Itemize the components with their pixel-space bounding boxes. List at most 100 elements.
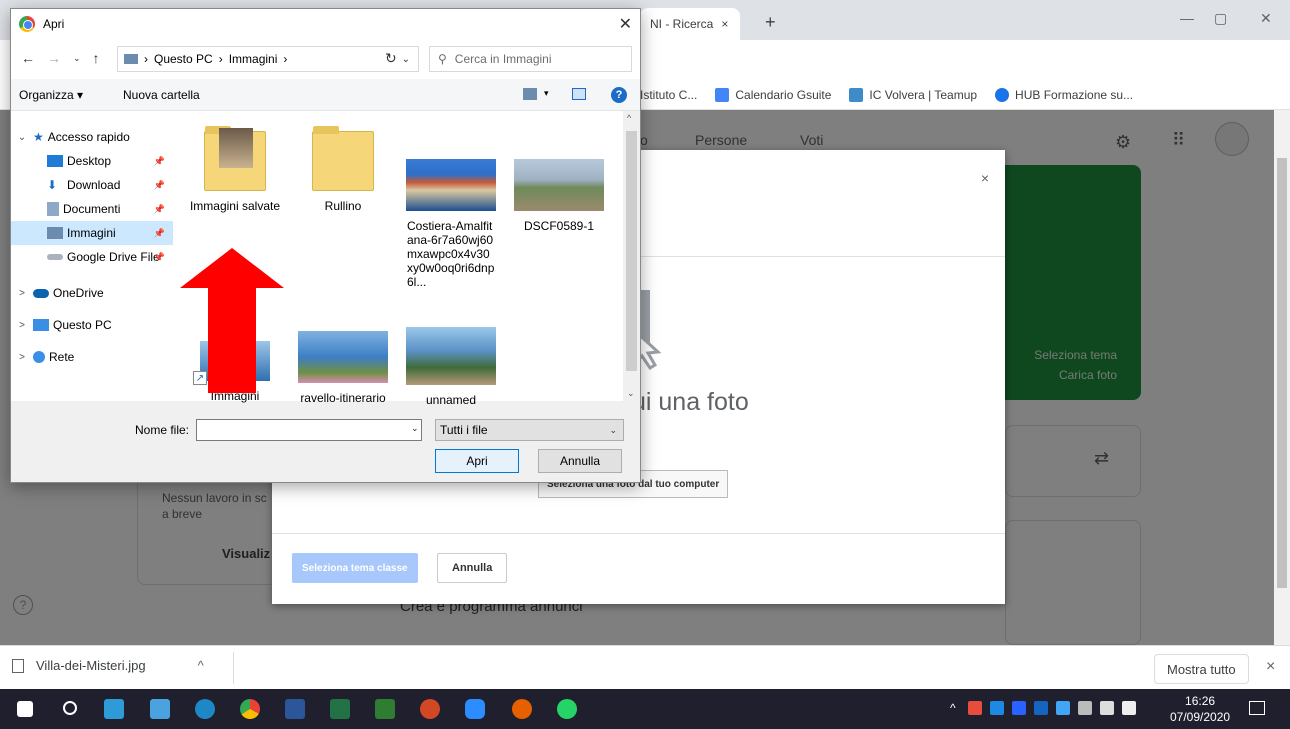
- nav-quick-access[interactable]: ⌄ ★ Accesso rapido: [11, 125, 173, 149]
- expand-icon[interactable]: >: [11, 288, 33, 299]
- bookmark-label: Calendario Gsuite: [735, 87, 832, 102]
- expand-icon[interactable]: >: [11, 352, 33, 363]
- edge-icon[interactable]: [195, 699, 215, 719]
- volume-icon[interactable]: [1122, 701, 1136, 715]
- taskbar-clock[interactable]: 16:26 07/09/2020: [1170, 693, 1230, 725]
- excel-icon[interactable]: [330, 699, 350, 719]
- breadcrumb-item[interactable]: Questo PC: [154, 52, 213, 66]
- file-list-scrollbar-thumb[interactable]: [626, 131, 637, 371]
- restore-button[interactable]: ▢: [1214, 10, 1227, 27]
- page-scrollbar[interactable]: [1274, 110, 1290, 645]
- pin-icon[interactable]: 📌: [154, 180, 165, 191]
- show-all-button[interactable]: Mostra tutto: [1154, 654, 1249, 684]
- file-tile[interactable]: Rullino: [293, 126, 393, 213]
- scroll-up-icon[interactable]: ^: [627, 113, 631, 123]
- open-button[interactable]: Apri: [435, 449, 519, 473]
- new-folder-button[interactable]: Nuova cartella: [123, 88, 200, 102]
- downloads-bar: Villa-dei-Misteri.jpg ^ Mostra tutto ×: [0, 645, 1290, 689]
- select-theme-button[interactable]: Seleziona tema classe: [292, 553, 418, 583]
- network-tray-icon[interactable]: [1078, 701, 1092, 715]
- whatsapp-icon[interactable]: [557, 699, 577, 719]
- powerpoint-icon[interactable]: [420, 699, 440, 719]
- nav-onedrive[interactable]: > OneDrive: [11, 281, 173, 305]
- pin-icon[interactable]: 📌: [154, 156, 165, 167]
- task-view-icon[interactable]: [104, 699, 124, 719]
- nav-network[interactable]: > Rete: [11, 345, 173, 369]
- modal-close-icon[interactable]: ×: [981, 170, 989, 186]
- nav-label: Questo PC: [53, 318, 112, 332]
- pin-icon[interactable]: 📌: [154, 204, 165, 215]
- help-icon[interactable]: ?: [611, 87, 627, 103]
- bookmark-item[interactable]: HUB Formazione su...: [995, 87, 1133, 102]
- up-arrow-icon[interactable]: ↑: [93, 50, 100, 66]
- battery-icon[interactable]: [1100, 701, 1114, 715]
- pin-icon[interactable]: 📌: [154, 228, 165, 239]
- tray-app-icon[interactable]: [968, 701, 982, 715]
- file-name-dropdown-icon[interactable]: ⌄: [411, 423, 419, 434]
- expand-icon[interactable]: ⌄: [11, 132, 33, 143]
- tray-expand-icon[interactable]: ^: [950, 701, 960, 715]
- nav-desktop[interactable]: Desktop 📌: [11, 149, 173, 173]
- file-tile[interactable]: ravello-itinerario: [293, 331, 393, 405]
- dialog-close-icon[interactable]: ✕: [619, 14, 632, 34]
- window-close-button[interactable]: ✕: [1260, 10, 1272, 27]
- tray-app-icon[interactable]: [1034, 701, 1048, 715]
- nav-google-drive[interactable]: Google Drive File 📌: [11, 245, 173, 269]
- view-dropdown-icon[interactable]: ▾: [544, 88, 549, 99]
- cancel-button[interactable]: Annulla: [538, 449, 622, 473]
- photos-icon[interactable]: [150, 699, 170, 719]
- modal-cancel-button[interactable]: Annulla: [437, 553, 508, 583]
- new-tab-button[interactable]: +: [765, 12, 776, 33]
- nav-pictures[interactable]: Immagini 📌: [11, 221, 173, 245]
- chrome-icon[interactable]: [240, 699, 260, 719]
- downloads-close-icon[interactable]: ×: [1266, 658, 1275, 676]
- breadcrumb-dropdown-icon[interactable]: ⌄: [402, 54, 410, 65]
- view-options-icon[interactable]: [523, 88, 537, 100]
- file-tile[interactable]: unnamed: [401, 327, 501, 407]
- hub-icon: [995, 87, 1010, 102]
- project-icon[interactable]: [375, 699, 395, 719]
- bookmark-item[interactable]: Calendario Gsuite: [715, 87, 832, 102]
- bookmark-item[interactable]: Istituto C...: [640, 88, 697, 102]
- file-name-label: Nome file:: [135, 423, 190, 437]
- file-tile[interactable]: Costiera-Amalfitana-6r7a60wj60mxawpc0x4v…: [401, 159, 501, 289]
- bluetooth-icon[interactable]: [1056, 701, 1070, 715]
- expand-icon[interactable]: >: [11, 320, 33, 331]
- back-arrow-icon[interactable]: ←: [21, 50, 35, 66]
- nav-documents[interactable]: Documenti 📌: [11, 197, 173, 221]
- minimize-button[interactable]: —: [1180, 10, 1194, 26]
- download-item[interactable]: Villa-dei-Misteri.jpg ^: [12, 658, 204, 673]
- file-name-input[interactable]: [196, 419, 422, 441]
- organize-menu[interactable]: Organizza ▾: [19, 88, 83, 102]
- page-scrollbar-thumb[interactable]: [1277, 158, 1287, 588]
- bookmark-item[interactable]: IC Volvera | Teamup: [849, 87, 977, 102]
- image-thumbnail: [406, 327, 496, 385]
- download-options-chevron-icon[interactable]: ^: [198, 658, 204, 673]
- search-icon[interactable]: [63, 701, 77, 715]
- tray-app-icon[interactable]: [1012, 701, 1026, 715]
- pin-icon[interactable]: 📌: [154, 252, 165, 263]
- file-tile[interactable]: DSCF0589-1: [509, 159, 609, 233]
- refresh-icon[interactable]: ↻: [385, 50, 397, 67]
- browser-tab-close-icon[interactable]: ×: [721, 17, 728, 31]
- start-icon[interactable]: [17, 701, 33, 717]
- search-input[interactable]: ⚲ Cerca in Immagini: [429, 46, 632, 72]
- recent-chevron-icon[interactable]: ⌄: [73, 50, 81, 66]
- file-type-select[interactable]: Tutti i file ⌄: [435, 419, 624, 441]
- breadcrumb-item[interactable]: Immagini: [229, 52, 278, 66]
- word-icon[interactable]: [285, 699, 305, 719]
- firefox-icon[interactable]: [512, 699, 532, 719]
- forward-arrow-icon[interactable]: →: [47, 50, 61, 66]
- nav-download[interactable]: ⬇ Download 📌: [11, 173, 173, 197]
- scroll-down-icon[interactable]: ⌄: [627, 388, 635, 399]
- file-list-scrollbar[interactable]: ^ ⌄: [623, 111, 640, 401]
- zoom-icon[interactable]: [465, 699, 485, 719]
- preview-pane-icon[interactable]: [572, 88, 586, 100]
- file-name: Rullino: [324, 199, 362, 213]
- file-tile[interactable]: Immagini salvate: [185, 126, 285, 213]
- notification-icon[interactable]: [1249, 701, 1265, 715]
- breadcrumb[interactable]: › Questo PC › Immagini › ⌄: [117, 46, 419, 72]
- tray-app-icon[interactable]: [990, 701, 1004, 715]
- nav-this-pc[interactable]: > Questo PC: [11, 313, 173, 337]
- browser-tab[interactable]: NI - Ricerca ×: [640, 8, 740, 40]
